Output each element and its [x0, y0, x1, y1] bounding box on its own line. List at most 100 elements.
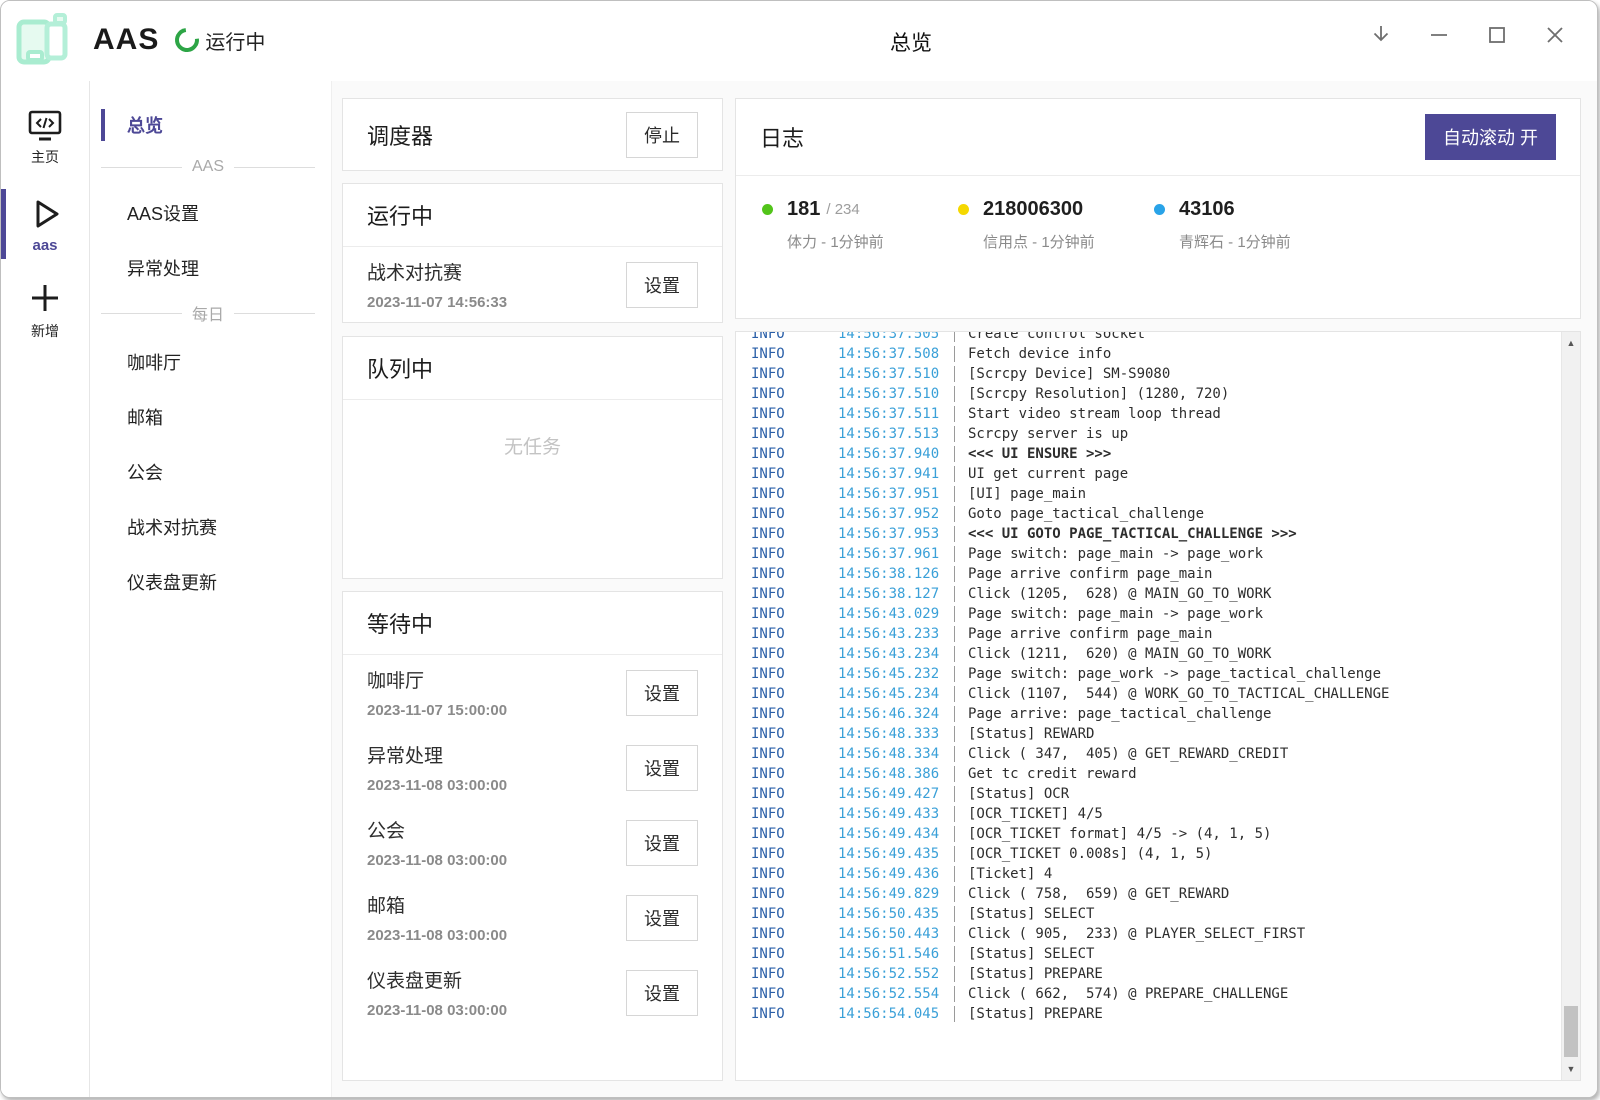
task-time: 2023-11-07 14:56:33: [367, 294, 507, 311]
scrollbar-thumb[interactable]: [1564, 1006, 1578, 1057]
log-message: [Scrcpy Device] SM-S9080: [968, 364, 1170, 384]
log-message: [Scrcpy Resolution] (1280, 720): [968, 384, 1229, 404]
log-time: 14:56:43.029: [838, 604, 954, 624]
task-time: 2023-11-08 03:00:00: [367, 852, 507, 869]
log-separator: [954, 866, 955, 882]
log-message: [UI] page_main: [968, 484, 1086, 504]
log-level: INFO: [751, 644, 838, 664]
log-time: 14:56:48.333: [838, 724, 954, 744]
settings-button[interactable]: 设置: [626, 970, 698, 1016]
nav-item-new[interactable]: 新增: [1, 271, 89, 349]
stop-button[interactable]: 停止: [626, 112, 698, 158]
scrollbar-down-icon[interactable]: ▼: [1562, 1060, 1580, 1078]
settings-button[interactable]: 设置: [626, 745, 698, 791]
log-level: INFO: [751, 604, 838, 624]
log-time: 14:56:38.126: [838, 564, 954, 584]
minimize-icon[interactable]: [1421, 17, 1457, 53]
log-time: 14:56:50.443: [838, 924, 954, 944]
log-message: [Status] SELECT: [968, 944, 1094, 964]
sidebar-item[interactable]: 异常处理: [91, 246, 331, 290]
log-separator: [954, 546, 955, 562]
settings-button[interactable]: 设置: [626, 670, 698, 716]
settings-button[interactable]: 设置: [626, 895, 698, 941]
log-time: 14:56:49.434: [838, 824, 954, 844]
log-line: INFO 14:56:43.234 Click (1211, 620) @ MA…: [736, 644, 1580, 664]
settings-button[interactable]: 设置: [626, 820, 698, 866]
log-level: INFO: [751, 504, 838, 524]
log-level: INFO: [751, 624, 838, 644]
download-icon[interactable]: [1363, 17, 1399, 53]
log-line: INFO 14:56:37.511 Start video stream loo…: [736, 404, 1580, 424]
stat-dot-icon: [1154, 204, 1165, 215]
log-level: INFO: [751, 664, 838, 684]
log-line: INFO 14:56:37.953 <<< UI GOTO PAGE_TACTI…: [736, 524, 1580, 544]
task-row: 公会 2023-11-08 03:00:00 设置: [343, 805, 722, 880]
autoscroll-toggle-button[interactable]: 自动滚动 开: [1425, 114, 1556, 160]
resource-stat: 43106 青辉石 - 1分钟前: [1154, 198, 1350, 252]
log-level: INFO: [751, 884, 838, 904]
log-line: INFO 14:56:37.510 [Scrcpy Device] SM-S90…: [736, 364, 1580, 384]
log-scrollbar[interactable]: ▲ ▼: [1561, 332, 1580, 1080]
nav-item-home[interactable]: 主页: [1, 99, 89, 177]
log-separator: [954, 986, 955, 1002]
sidebar-item[interactable]: 邮箱: [91, 395, 331, 439]
log-message: Fetch device info: [968, 344, 1111, 364]
task-row: 邮箱 2023-11-08 03:00:00 设置: [343, 880, 722, 955]
log-message: Create control socket: [968, 331, 1145, 344]
resource-stats: 181 / 234 体力 - 1分钟前 218006300 信用点 - 1分钟前…: [736, 176, 1580, 274]
log-message: [Ticket] 4: [968, 864, 1052, 884]
stat-label: 体力 - 1分钟前: [787, 231, 958, 252]
brand: AAS 运行中: [11, 8, 265, 72]
sidebar-item[interactable]: 仪表盘更新: [91, 560, 331, 604]
queued-empty-text: 无任务: [343, 400, 722, 459]
log-level: INFO: [751, 944, 838, 964]
log-message: [Status] SELECT: [968, 904, 1094, 924]
stat-dot-icon: [958, 204, 969, 215]
log-level: INFO: [751, 584, 838, 604]
log-message: UI get current page: [968, 464, 1128, 484]
log-time: 14:56:37.940: [838, 444, 954, 464]
log-message: <<< UI GOTO PAGE_TACTICAL_CHALLENGE >>>: [968, 524, 1297, 544]
log-separator: [954, 1006, 955, 1022]
sidebar-item[interactable]: 战术对抗赛: [91, 505, 331, 549]
log-separator: [954, 626, 955, 642]
log-line: INFO 14:56:37.951 [UI] page_main: [736, 484, 1580, 504]
queued-title: 队列中: [367, 352, 433, 384]
log-separator: [954, 706, 955, 722]
log-level: INFO: [751, 344, 838, 364]
close-icon[interactable]: [1537, 17, 1573, 53]
sidebar-item[interactable]: 总览: [91, 103, 331, 147]
log-separator: [954, 726, 955, 742]
log-time: 14:56:37.510: [838, 364, 954, 384]
scrollbar-up-icon[interactable]: ▲: [1562, 334, 1580, 352]
task-name: 邮箱: [367, 891, 507, 918]
log-time: 14:56:51.546: [838, 944, 954, 964]
sidebar-item[interactable]: 咖啡厅: [91, 340, 331, 384]
log-time: 14:56:37.511: [838, 404, 954, 424]
resource-stat: 181 / 234 体力 - 1分钟前: [762, 198, 958, 252]
main-content: 调度器 停止 运行中 战术对抗赛 2023-11-07 14:56:33 设置 …: [332, 81, 1597, 1097]
maximize-icon[interactable]: [1479, 17, 1515, 53]
log-lines: INFO 14:56:37.505 Create control socket …: [736, 331, 1580, 1024]
log-header-card: 日志 自动滚动 开 181 / 234 体力 - 1分钟前 218006300 …: [735, 98, 1581, 319]
settings-button[interactable]: 设置: [626, 262, 698, 308]
log-line: INFO 14:56:43.233 Page arrive confirm pa…: [736, 624, 1580, 644]
log-time: 14:56:50.435: [838, 904, 954, 924]
sidebar-item[interactable]: AAS设置: [91, 191, 331, 235]
log-line: INFO 14:56:48.333 [Status] REWARD: [736, 724, 1580, 744]
nav-item-aas[interactable]: aas: [1, 185, 89, 263]
log-separator: [954, 886, 955, 902]
sidebar-item[interactable]: 公会: [91, 450, 331, 494]
log-line: INFO 14:56:37.513 Scrcpy server is up: [736, 424, 1580, 444]
log-message: [Status] OCR: [968, 784, 1069, 804]
log-separator: [954, 646, 955, 662]
log-level: INFO: [751, 484, 838, 504]
task-name: 仪表盘更新: [367, 966, 507, 993]
app-window: AAS 运行中 总览: [0, 0, 1598, 1098]
log-separator: [954, 766, 955, 782]
log-line: INFO 14:56:49.436 [Ticket] 4: [736, 864, 1580, 884]
sidebar-group-divider: AAS: [101, 158, 315, 176]
log-line: INFO 14:56:54.045 [Status] PREPARE: [736, 1004, 1580, 1024]
app-name: AAS: [93, 23, 159, 57]
log-time: 14:56:52.552: [838, 964, 954, 984]
